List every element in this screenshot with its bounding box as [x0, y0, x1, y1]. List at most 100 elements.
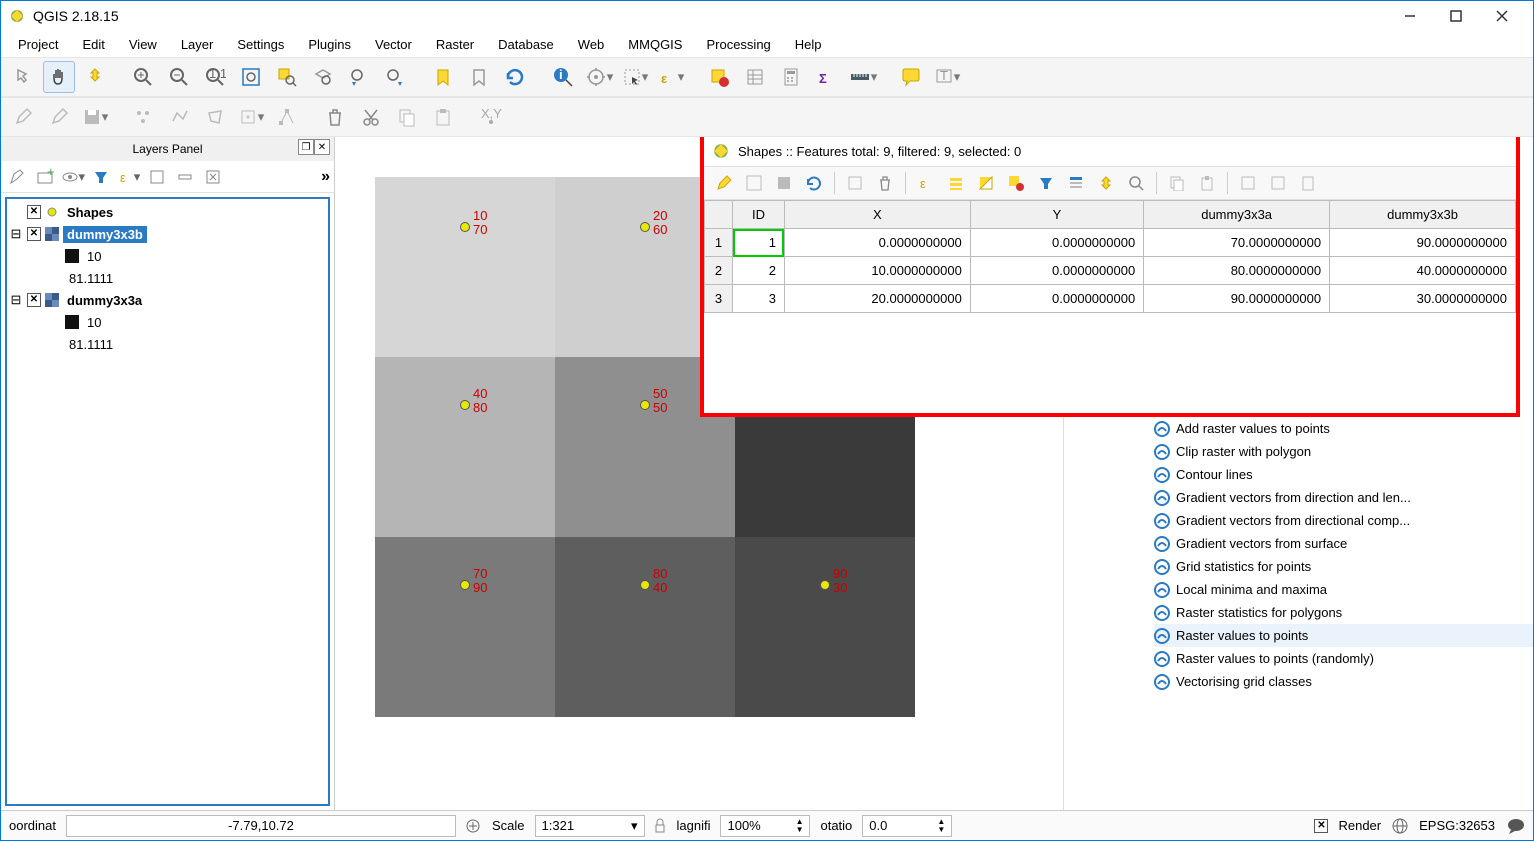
alg-item[interactable]: Add raster values to points: [1154, 417, 1533, 440]
edit-pencil2-icon[interactable]: [43, 101, 75, 133]
attribute-table-window[interactable]: Shapes :: Features total: 9, filtered: 9…: [700, 137, 1520, 417]
save-edits-icon[interactable]: ▾: [79, 101, 111, 133]
processing-toolbox-tree[interactable]: Add raster values to pointsClip raster w…: [1064, 417, 1533, 693]
layer-visibility-icon[interactable]: ▾: [61, 165, 85, 189]
alg-item[interactable]: Raster values to points (randomly): [1154, 647, 1533, 670]
touch-tool-icon[interactable]: [7, 61, 39, 93]
select-icon[interactable]: ▾: [619, 61, 651, 93]
layer-expand-icon[interactable]: [145, 165, 169, 189]
menu-processing[interactable]: Processing: [697, 34, 779, 55]
menu-view[interactable]: View: [120, 34, 166, 55]
lock-icon[interactable]: [653, 817, 667, 835]
menu-vector[interactable]: Vector: [366, 34, 421, 55]
zoom-last-icon[interactable]: [343, 61, 375, 93]
col-y[interactable]: Y: [970, 201, 1143, 229]
messages-icon[interactable]: [1505, 817, 1527, 835]
col-dummy3x3a[interactable]: dummy3x3a: [1144, 201, 1330, 229]
layer-add-group-icon[interactable]: +: [33, 165, 57, 189]
minimize-button[interactable]: [1387, 1, 1433, 31]
add-line-icon[interactable]: [163, 101, 195, 133]
menu-plugins[interactable]: Plugins: [299, 34, 360, 55]
layer-expression-icon[interactable]: ε▾: [117, 165, 141, 189]
zoom-to-icon[interactable]: [1122, 169, 1150, 197]
layer-style-icon[interactable]: [5, 165, 29, 189]
alg-item[interactable]: Gradient vectors from surface: [1154, 532, 1533, 555]
menu-help[interactable]: Help: [786, 34, 831, 55]
reload-icon[interactable]: [800, 169, 828, 197]
multiedit-icon[interactable]: [740, 169, 768, 197]
add-feature-icon[interactable]: [841, 169, 869, 197]
alg-item[interactable]: Contour lines: [1154, 463, 1533, 486]
select-all-icon[interactable]: [942, 169, 970, 197]
pan-tool-icon[interactable]: [43, 61, 75, 93]
layer-dummy3x3a[interactable]: ⊟✕ dummy3x3a: [9, 289, 326, 311]
render-checkbox[interactable]: ✕: [1314, 819, 1328, 833]
stats-icon[interactable]: Σ: [811, 61, 843, 93]
save-icon[interactable]: [770, 169, 798, 197]
col-dummy3x3b[interactable]: dummy3x3b: [1330, 201, 1516, 229]
zoom-full-icon[interactable]: [235, 61, 267, 93]
map-point[interactable]: [460, 580, 470, 590]
actions-icon[interactable]: ▾: [583, 61, 615, 93]
alg-item[interactable]: Grid statistics for points: [1154, 555, 1533, 578]
alg-item[interactable]: Clip raster with polygon: [1154, 440, 1533, 463]
map-point[interactable]: [640, 580, 650, 590]
delete-selected-icon[interactable]: [871, 169, 899, 197]
scale-field[interactable]: 1:321▾: [535, 815, 645, 837]
zoom-next-icon[interactable]: [379, 61, 411, 93]
delete-field-icon[interactable]: [1264, 169, 1292, 197]
pan-to-icon[interactable]: [1092, 169, 1120, 197]
magnifier-field[interactable]: 100%▲▼: [720, 815, 810, 837]
delete-icon[interactable]: [319, 101, 351, 133]
new-field-icon[interactable]: [1234, 169, 1262, 197]
layer-shapes[interactable]: ✕ Shapes: [9, 201, 326, 223]
add-feature-icon[interactable]: [127, 101, 159, 133]
menu-layer[interactable]: Layer: [172, 34, 223, 55]
layer-dummy3x3b[interactable]: ⊟✕ dummy3x3b: [9, 223, 326, 245]
show-bookmarks-icon[interactable]: [463, 61, 495, 93]
menu-edit[interactable]: Edit: [73, 34, 113, 55]
move-top-icon[interactable]: [1062, 169, 1090, 197]
alg-item[interactable]: Vectorising grid classes: [1154, 670, 1533, 693]
invert-select-icon[interactable]: [972, 169, 1000, 197]
map-point[interactable]: [820, 580, 830, 590]
pan-selection-icon[interactable]: [79, 61, 111, 93]
map-point[interactable]: [460, 222, 470, 232]
attribute-table-grid[interactable]: ID X Y dummy3x3a dummy3x3b 1 1 0.0000000…: [704, 200, 1516, 413]
copy-rows-icon[interactable]: [1163, 169, 1191, 197]
layer-collapse-icon[interactable]: [173, 165, 197, 189]
layer-remove-icon[interactable]: [201, 165, 225, 189]
edit-pencil-icon[interactable]: [7, 101, 39, 133]
attributes-table-icon[interactable]: [739, 61, 771, 93]
xy-icon[interactable]: X,Y: [475, 101, 507, 133]
refresh-icon[interactable]: [499, 61, 531, 93]
menu-web[interactable]: Web: [569, 34, 614, 55]
panel-float-button[interactable]: ❐: [298, 139, 314, 155]
crs-icon[interactable]: [1391, 817, 1409, 835]
toggle-edit-icon[interactable]: [710, 169, 738, 197]
zoom-out-icon[interactable]: [163, 61, 195, 93]
field-calc2-icon[interactable]: [1294, 169, 1322, 197]
filter-icon[interactable]: [1032, 169, 1060, 197]
menu-raster[interactable]: Raster: [427, 34, 483, 55]
expr-select-icon[interactable]: ε: [912, 169, 940, 197]
alg-item[interactable]: Raster values to points: [1154, 624, 1533, 647]
map-point[interactable]: [640, 400, 650, 410]
menu-mmqgis[interactable]: MMQGIS: [619, 34, 691, 55]
move-feature-icon[interactable]: ▾: [235, 101, 267, 133]
close-button[interactable]: [1479, 1, 1525, 31]
maximize-button[interactable]: [1433, 1, 1479, 31]
field-calc-icon[interactable]: [775, 61, 807, 93]
maptips-icon[interactable]: [895, 61, 927, 93]
map-point[interactable]: [640, 222, 650, 232]
coord-field[interactable]: -7.79,10.72: [66, 815, 456, 837]
measure-icon[interactable]: ▾: [847, 61, 879, 93]
paste-icon[interactable]: [427, 101, 459, 133]
cut-icon[interactable]: [355, 101, 387, 133]
col-x[interactable]: X: [784, 201, 970, 229]
zoom-layer-icon[interactable]: [307, 61, 339, 93]
extents-icon[interactable]: [464, 817, 482, 835]
copy-icon[interactable]: [391, 101, 423, 133]
menu-settings[interactable]: Settings: [228, 34, 293, 55]
add-polygon-icon[interactable]: [199, 101, 231, 133]
